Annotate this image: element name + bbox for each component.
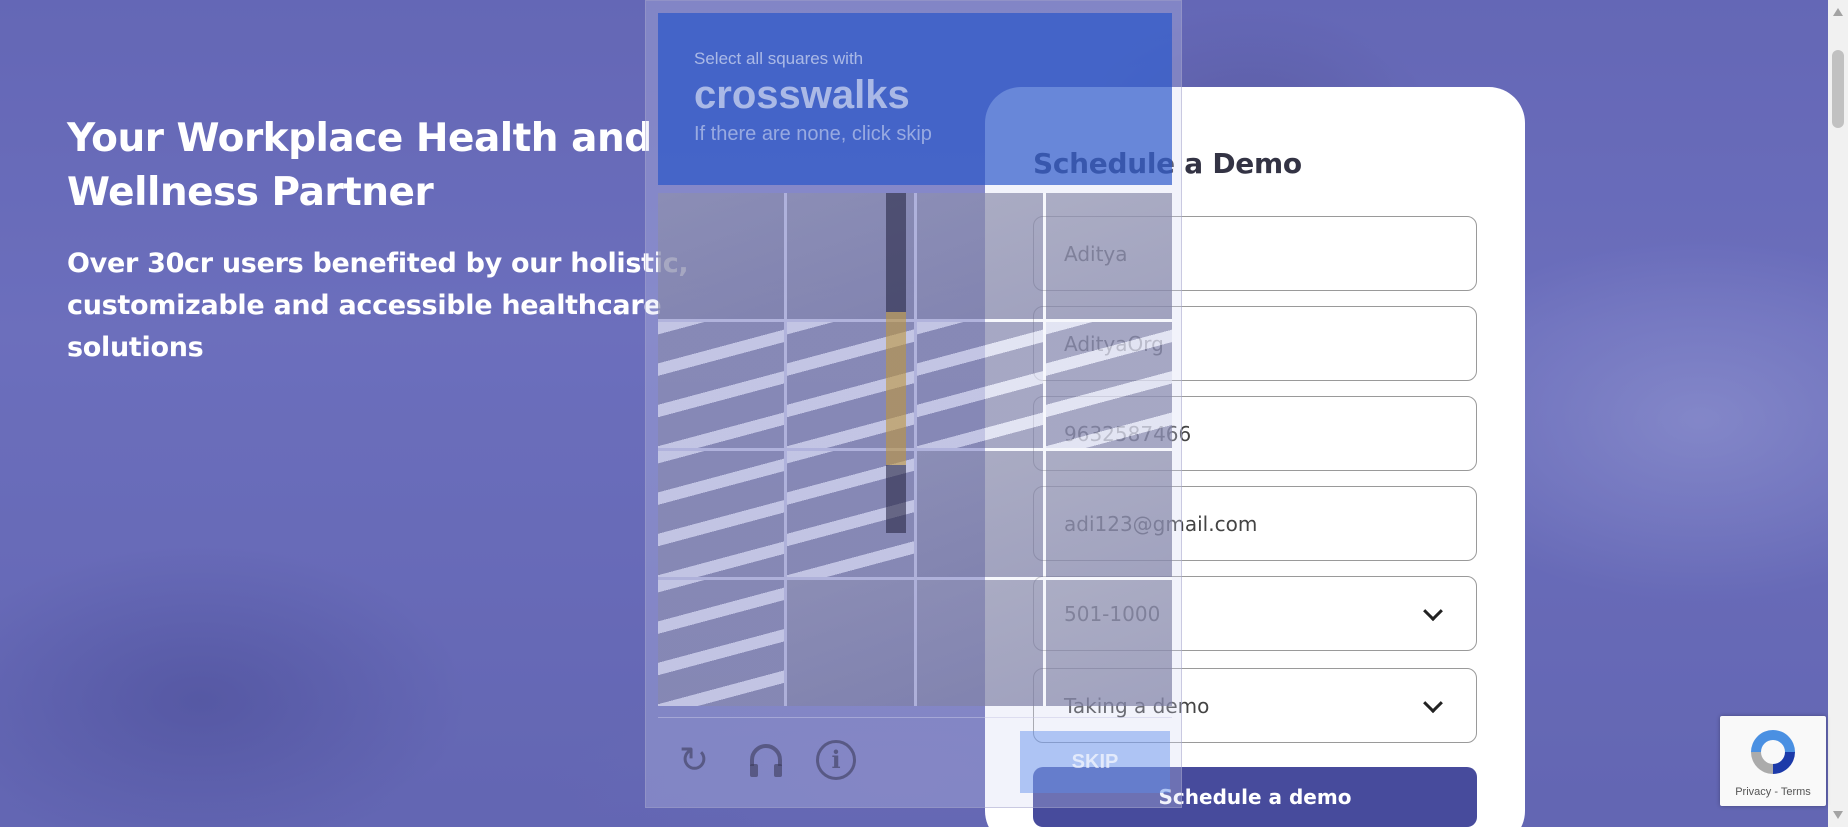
- captcha-tile[interactable]: [658, 193, 785, 319]
- info-icon[interactable]: i: [816, 740, 856, 780]
- recaptcha-logo-icon: [1751, 730, 1795, 774]
- scroll-down-arrow-icon[interactable]: [1833, 811, 1843, 819]
- captcha-hint: If there are none, click skip: [694, 123, 932, 145]
- traffic-pole-image: [886, 193, 906, 533]
- captcha-tile[interactable]: [1045, 193, 1172, 319]
- captcha-tile[interactable]: [1045, 580, 1172, 706]
- captcha-target: crosswalks: [694, 73, 910, 117]
- recaptcha-badge[interactable]: Privacy - Terms: [1720, 716, 1826, 806]
- headphones-icon[interactable]: [746, 740, 786, 780]
- chevron-down-icon: [1423, 692, 1443, 713]
- scroll-up-arrow-icon[interactable]: [1833, 8, 1843, 16]
- scroll-thumb[interactable]: [1832, 50, 1844, 128]
- captcha-skip-button[interactable]: SKIP: [1020, 731, 1170, 793]
- scrollbar[interactable]: [1828, 0, 1848, 827]
- captcha-tile[interactable]: [787, 580, 914, 706]
- recaptcha-links[interactable]: Privacy - Terms: [1720, 786, 1826, 798]
- captcha-tile[interactable]: [658, 322, 785, 448]
- captcha-tile[interactable]: [1045, 451, 1172, 577]
- captcha-header: Select all squares with crosswalks If th…: [658, 13, 1172, 185]
- captcha-challenge: Select all squares with crosswalks If th…: [645, 0, 1182, 808]
- captcha-tile[interactable]: [916, 193, 1043, 319]
- captcha-image-grid: [658, 193, 1172, 706]
- captcha-tile[interactable]: [916, 451, 1043, 577]
- captcha-tile[interactable]: [658, 451, 785, 577]
- captcha-instruction: Select all squares with: [694, 49, 864, 68]
- captcha-tile[interactable]: [916, 322, 1043, 448]
- chevron-down-icon: [1423, 600, 1443, 621]
- captcha-tile[interactable]: [1045, 322, 1172, 448]
- reload-icon[interactable]: ↻: [674, 740, 714, 780]
- captcha-tile[interactable]: [916, 580, 1043, 706]
- captcha-tile[interactable]: [658, 580, 785, 706]
